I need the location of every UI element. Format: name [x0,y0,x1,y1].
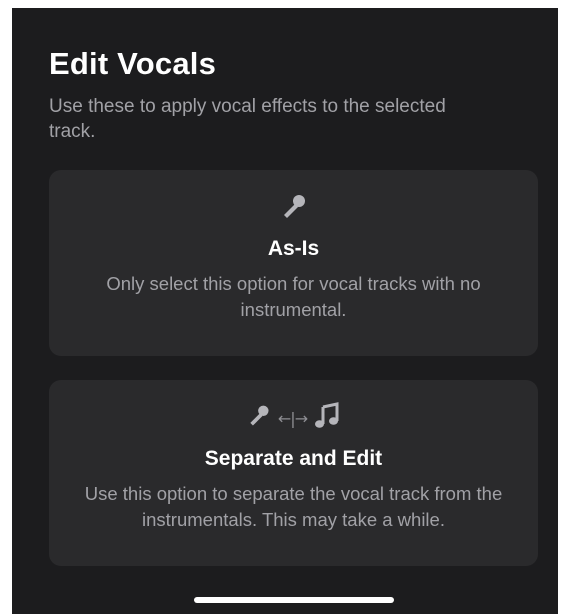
as-is-title: As-Is [267,237,320,260]
music-notes-icon [313,402,341,435]
sheet-title: Edit Vocals [49,46,217,81]
sheet-subtitle: Use these to apply vocal effects to the … [49,96,446,142]
separate-and-edit-description: Use this option to separate the vocal tr… [84,483,503,530]
as-is-option-card[interactable]: As-Is Only select this option for vocal … [49,170,538,356]
separate-and-edit-option-card[interactable]: ←|→ Separate and Edit Use this option to… [49,380,538,566]
as-is-description: Only select this option for vocal tracks… [106,273,481,320]
microphone-icon [246,403,272,434]
separate-and-edit-title: Separate and Edit [204,447,383,470]
separate-icon-row: ←|→ [49,402,538,435]
microphone-icon [279,192,309,227]
split-arrows-icon: ←|→ [277,409,308,428]
as-is-icon-row [49,192,538,227]
edit-vocals-sheet: Edit Vocals Use these to apply vocal eff… [12,8,558,614]
home-indicator[interactable] [194,597,394,603]
